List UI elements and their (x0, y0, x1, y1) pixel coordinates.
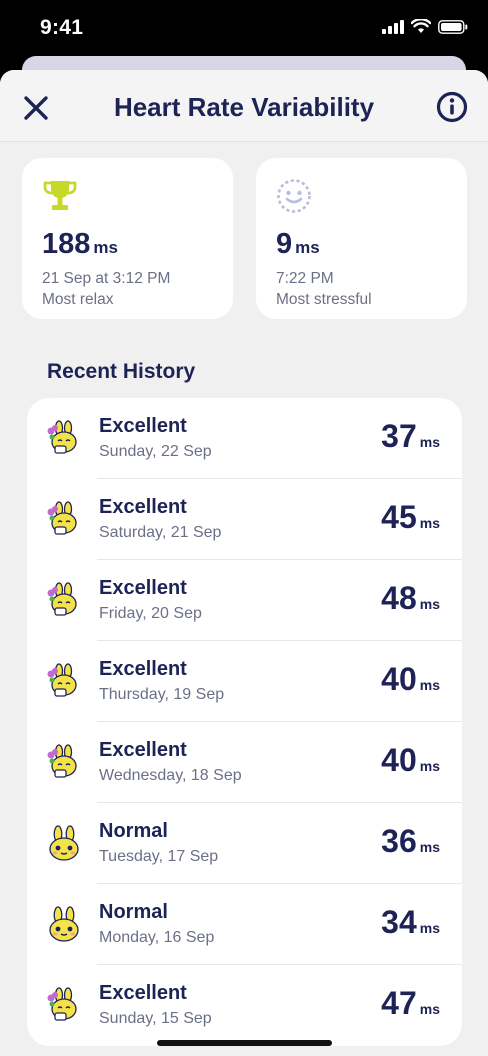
home-indicator[interactable] (157, 1040, 332, 1046)
status-bar: 9:41 (0, 0, 488, 62)
row-date: Tuesday, 17 Sep (99, 848, 219, 865)
row-number: 34 (381, 904, 417, 940)
row-status: Excellent (99, 577, 187, 599)
nav-bar: Heart Rate Variability (0, 70, 488, 142)
row-status: Excellent (99, 415, 187, 437)
row-value: 37 ms (381, 418, 440, 455)
happy-bunny-icon (47, 987, 77, 1021)
most-relax-number: 188 (42, 228, 91, 260)
row-status: Excellent (99, 496, 187, 518)
modal-sheet: Heart Rate Variability 188 ms 21 Sep at 3… (0, 70, 488, 1056)
row-status: Normal (99, 901, 168, 923)
battery-icon (438, 19, 468, 34)
row-number: 47 (381, 985, 417, 1021)
row-date: Sunday, 15 Sep (99, 1010, 212, 1027)
recent-history-title: Recent History (47, 360, 196, 383)
row-unit: ms (419, 758, 440, 774)
wifi-icon (411, 19, 431, 33)
row-value: 47 ms (381, 985, 440, 1022)
row-number: 45 (381, 499, 417, 535)
row-date: Friday, 20 Sep (99, 605, 202, 622)
happy-bunny-icon (47, 663, 77, 697)
history-row[interactable]: Excellent Saturday, 21 Sep 45 ms (27, 479, 462, 560)
most-stressful-time: 7:22 PM (276, 270, 334, 287)
row-status: Normal (99, 820, 168, 842)
page-title: Heart Rate Variability (113, 92, 375, 122)
row-unit: ms (419, 434, 440, 450)
most-stressful-label: Most stressful (276, 291, 372, 308)
row-date: Sunday, 22 Sep (99, 443, 212, 460)
normal-bunny-icon (49, 825, 79, 861)
happy-bunny-icon (47, 501, 77, 535)
row-unit: ms (419, 677, 440, 693)
status-time: 9:41 (40, 16, 84, 39)
cellular-signal-icon (382, 19, 404, 34)
row-number: 37 (381, 418, 417, 454)
info-icon[interactable] (436, 91, 468, 123)
most-stressful-unit: ms (295, 238, 320, 257)
most-relax-card[interactable]: 188 ms 21 Sep at 3:12 PM Most relax (22, 158, 233, 319)
row-date: Saturday, 21 Sep (99, 524, 222, 541)
history-row[interactable]: Normal Monday, 16 Sep 34 ms (27, 884, 462, 965)
row-unit: ms (419, 1001, 440, 1017)
most-stressful-card[interactable]: 9 ms 7:22 PM Most stressful (256, 158, 467, 319)
most-relax-value: 188 ms (42, 228, 118, 261)
row-value: 45 ms (381, 499, 440, 536)
history-row[interactable]: Excellent Thursday, 19 Sep 40 ms (27, 641, 462, 722)
row-value: 48 ms (381, 580, 440, 617)
history-row[interactable]: Excellent Friday, 20 Sep 48 ms (27, 560, 462, 641)
happy-bunny-icon (47, 420, 77, 454)
most-stressful-number: 9 (276, 228, 293, 260)
row-unit: ms (419, 596, 440, 612)
row-date: Wednesday, 18 Sep (99, 767, 242, 784)
row-value: 36 ms (381, 823, 440, 860)
row-unit: ms (419, 920, 440, 936)
smiley-icon (277, 179, 311, 213)
happy-bunny-icon (47, 744, 77, 778)
row-value: 40 ms (381, 661, 440, 698)
row-number: 48 (381, 580, 417, 616)
history-row[interactable]: Excellent Sunday, 15 Sep 47 ms (27, 965, 462, 1046)
most-stressful-value: 9 ms (276, 228, 320, 261)
row-unit: ms (419, 839, 440, 855)
row-number: 36 (381, 823, 417, 859)
trophy-icon (43, 181, 77, 210)
row-status: Excellent (99, 658, 187, 680)
row-date: Thursday, 19 Sep (99, 686, 225, 703)
most-relax-time: 21 Sep at 3:12 PM (42, 270, 171, 287)
row-number: 40 (381, 742, 417, 778)
row-value: 34 ms (381, 904, 440, 941)
history-row[interactable]: Excellent Wednesday, 18 Sep 40 ms (27, 722, 462, 803)
status-icons (382, 19, 468, 34)
history-row[interactable]: Excellent Sunday, 22 Sep 37 ms (27, 398, 462, 479)
row-date: Monday, 16 Sep (99, 929, 215, 946)
history-list: Excellent Sunday, 22 Sep 37 ms Excellent … (27, 398, 462, 1046)
happy-bunny-icon (47, 582, 77, 616)
row-number: 40 (381, 661, 417, 697)
normal-bunny-icon (49, 906, 79, 942)
row-unit: ms (419, 515, 440, 531)
row-value: 40 ms (381, 742, 440, 779)
most-relax-label: Most relax (42, 291, 114, 308)
row-status: Excellent (99, 739, 187, 761)
history-row[interactable]: Normal Tuesday, 17 Sep 36 ms (27, 803, 462, 884)
most-relax-unit: ms (93, 238, 118, 257)
row-status: Excellent (99, 982, 187, 1004)
